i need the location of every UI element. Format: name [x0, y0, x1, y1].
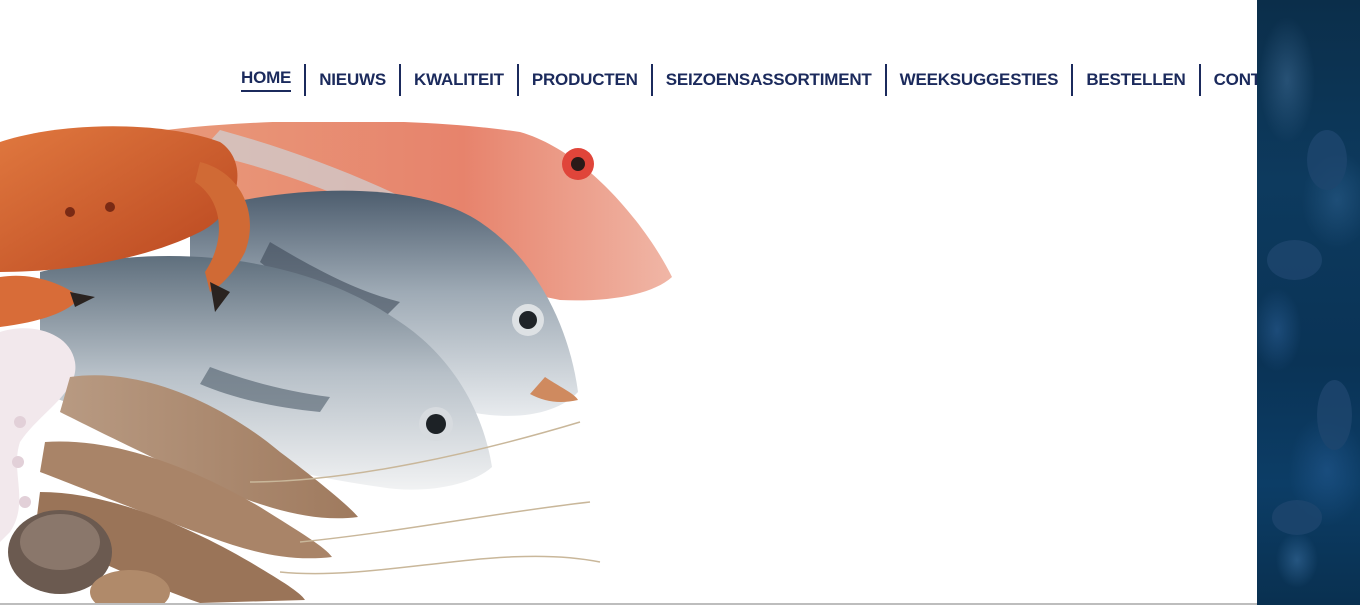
nav-nieuws-label: NIEUWS — [319, 70, 387, 89]
nav-bestellen-label: BESTELLEN — [1086, 70, 1186, 89]
nav-weeksuggesties[interactable]: WEEKSUGGESTIES — [884, 64, 1072, 96]
nav-home-label: HOME — [241, 68, 291, 92]
nav-contact-label: CONTACT — [1213, 70, 1257, 89]
ocean-background — [1257, 0, 1360, 605]
nav-nieuws[interactable]: NIEUWS — [304, 64, 399, 96]
main-navigation: HOME NIEUWS KWALITEIT PRODUCTEN SEIZOENS… — [228, 64, 1257, 96]
nav-seizoensassortiment[interactable]: SEIZOENSASSORTIMENT — [650, 64, 885, 96]
nav-producten-label: PRODUCTEN — [531, 70, 638, 89]
nav-seizoensassortiment-label: SEIZOENSASSORTIMENT — [665, 70, 872, 89]
nav-kwaliteit[interactable]: KWALITEIT — [399, 64, 517, 96]
nav-weeksuggesties-label: WEEKSUGGESTIES — [899, 70, 1059, 89]
nav-contact[interactable]: CONTACT — [1198, 64, 1257, 96]
nav-producten[interactable]: PRODUCTEN — [516, 64, 651, 96]
hero-seafood-image — [0, 122, 1257, 603]
page-container: HOME NIEUWS KWALITEIT PRODUCTEN SEIZOENS… — [0, 0, 1257, 603]
nav-home[interactable]: HOME — [228, 64, 304, 96]
nav-kwaliteit-label: KWALITEIT — [414, 70, 504, 89]
nav-bestellen[interactable]: BESTELLEN — [1071, 64, 1198, 96]
